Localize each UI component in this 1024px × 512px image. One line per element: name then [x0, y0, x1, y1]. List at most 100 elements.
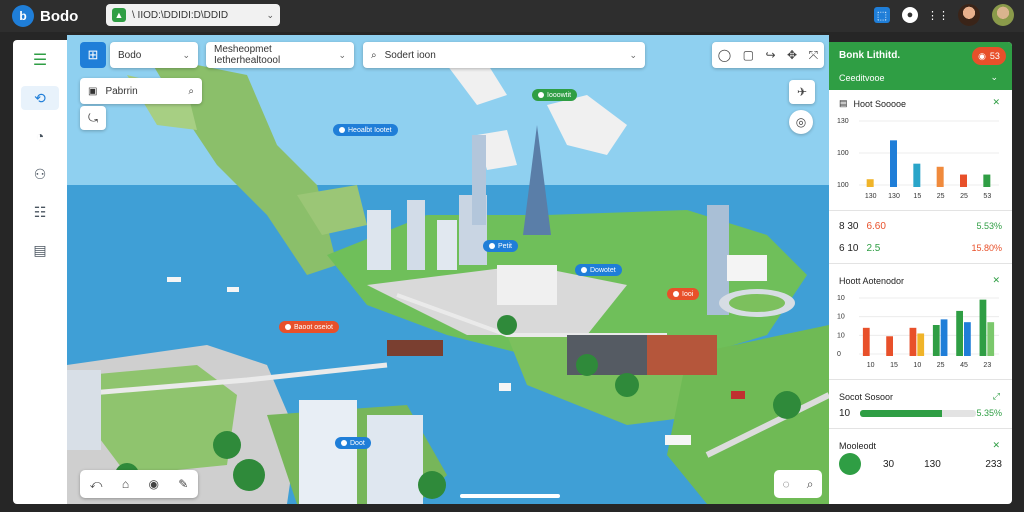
pen-icon[interactable]: ✎	[178, 477, 188, 491]
progress-left: 10	[839, 407, 851, 419]
chart-bar[interactable]	[862, 327, 870, 356]
dataset-dropdown[interactable]: Mesheopmet Ietherhealtoool ⌄	[206, 42, 354, 68]
x-tick-label: 10	[867, 362, 875, 369]
grid-icon[interactable]: ⋮⋮	[927, 7, 949, 23]
chart-bar[interactable]	[940, 319, 948, 356]
pin-icon[interactable]: ⌂	[122, 477, 129, 491]
list-icon[interactable]: ☷	[21, 200, 59, 224]
close-icon[interactable]: ✕	[992, 275, 1000, 286]
comment-icon[interactable]: ▢	[743, 48, 754, 62]
section-header: Socot Sosoor ⤢	[829, 384, 1012, 402]
pin-dot-icon	[339, 127, 345, 133]
chart-bar[interactable]	[890, 140, 897, 187]
progress-fill	[860, 409, 942, 417]
layers-grid-button[interactable]: ⊞	[80, 42, 106, 68]
search-icon[interactable]: ⌕	[188, 86, 194, 97]
chevron-down-icon: ⌄	[266, 9, 274, 20]
summary-value: 30	[883, 458, 895, 470]
map-pin-label: Heoalbt Iootet	[348, 126, 392, 134]
undo-icon[interactable]: ⤺	[90, 477, 103, 492]
chart-bar[interactable]	[960, 174, 967, 187]
pin-dot-icon	[341, 440, 347, 446]
search-icon[interactable]: ⌕	[807, 477, 814, 492]
app-logo[interactable]: b Bodo	[12, 5, 78, 27]
x-tick-label: 130	[888, 193, 900, 200]
region-dropdown-value: Bodo	[118, 49, 142, 61]
report-icon[interactable]: ▤	[21, 238, 59, 262]
map-pin[interactable]: Heoalbt Iootet	[333, 124, 398, 136]
chart-bar[interactable]	[987, 322, 995, 356]
map-pin[interactable]: Petit	[483, 240, 519, 252]
close-icon[interactable]: ✕	[992, 440, 1000, 451]
stat-mid: 2.5	[866, 242, 881, 254]
rotate-button[interactable]: ⤿	[80, 106, 106, 130]
globe-icon[interactable]: ◉	[148, 477, 158, 491]
compass-icon[interactable]: ◎	[789, 110, 813, 134]
drone-icon[interactable]: ⚇	[21, 162, 59, 186]
x-tick-label: 15	[913, 193, 921, 200]
map-pin[interactable]: Dowotet	[575, 264, 622, 276]
chart-bar[interactable]	[956, 310, 963, 356]
chart-bar[interactable]	[932, 325, 940, 356]
section-title: Hoot Sooooe	[853, 98, 907, 109]
map-pin[interactable]: Iooi	[667, 288, 700, 300]
chart-bar[interactable]	[983, 174, 991, 187]
map-pin[interactable]: Iooowtit	[532, 89, 578, 101]
horizontal-scrollbar[interactable]	[460, 494, 560, 498]
stat-percent: 15.80%	[971, 243, 1002, 253]
drone-icon[interactable]: ✈	[789, 80, 815, 104]
chart-bar[interactable]	[979, 299, 987, 356]
stat-row: 6 10 2.5 15.80%	[829, 237, 1012, 259]
menu-icon[interactable]: ☰	[21, 48, 59, 72]
panel-badge[interactable]: ◉ 53	[972, 47, 1006, 65]
search-placeholder: Sodert ioon	[384, 49, 436, 61]
x-tick-label: 15	[890, 362, 898, 369]
chart-bar[interactable]	[866, 179, 874, 187]
search-input[interactable]: ⌕ Sodert ioon ⌄	[363, 42, 645, 68]
region-dropdown[interactable]: Bodo ⌄	[110, 42, 198, 68]
map-thumbnail-icon	[839, 453, 861, 475]
map-pin[interactable]: Doot	[335, 437, 371, 449]
x-tick-label: 25	[960, 193, 968, 200]
pin-dot-icon	[285, 324, 291, 330]
map-pin-label: Doot	[350, 439, 365, 447]
stat-percent: 5.53%	[976, 221, 1002, 231]
map-pin[interactable]: Baoot oseiot	[279, 321, 339, 333]
avatar-user-1[interactable]	[958, 4, 980, 26]
share-icon[interactable]: ↪	[765, 48, 775, 62]
x-tick-label: 130	[865, 193, 877, 200]
map-pin-label: Iooi	[682, 290, 694, 298]
chart-bar[interactable]	[917, 333, 925, 356]
bell-icon[interactable]: ●	[902, 7, 918, 23]
project-selector[interactable]: ▲ \ IIOD:\DDIDI:D\DDID ⌄	[106, 4, 280, 26]
y-tick-label: 10	[837, 314, 845, 321]
chat-icon[interactable]: ◯	[718, 48, 731, 62]
pin-dot-icon	[581, 267, 587, 273]
avatar-user-2[interactable]	[992, 4, 1014, 26]
progress-percent: 5.35%	[976, 408, 1002, 418]
x-tick-label: 23	[983, 362, 991, 369]
fullscreen-icon[interactable]: ⤧	[809, 48, 819, 63]
app-name: Bodo	[40, 7, 79, 25]
locate-icon[interactable]: ◌	[783, 477, 790, 491]
map-pin-icon[interactable]: ⟲	[21, 86, 59, 110]
move-icon[interactable]: ✥	[787, 48, 797, 62]
stat-row: 8 30 6.60 5.53%	[829, 215, 1012, 237]
layer-filter[interactable]: ▣ Pabrrin ⌕	[80, 78, 202, 104]
x-tick-label: 45	[960, 362, 968, 369]
clock-icon[interactable]: ◔	[21, 124, 59, 148]
chevron-down-icon[interactable]: ⌄	[990, 72, 998, 83]
chart-bar[interactable]	[964, 322, 971, 356]
map-viewport[interactable]: Iooowtit Heoalbt Iootet Baoot oseiot Dow…	[67, 35, 829, 504]
panel-badge-value: 53	[989, 51, 1000, 61]
chart-bar[interactable]	[913, 163, 921, 187]
x-tick-label: 25	[937, 193, 945, 200]
y-tick-label: 10	[837, 332, 845, 339]
bar-chart-2: 10 10 10 0 10 15 10 25 45 23	[837, 295, 999, 369]
chart-bar[interactable]	[936, 166, 944, 187]
chart-bar[interactable]	[909, 327, 917, 356]
chart-bar[interactable]	[886, 336, 893, 356]
expand-icon[interactable]: ⤢	[993, 391, 1000, 402]
share-icon[interactable]: ⬚	[874, 7, 890, 23]
close-icon[interactable]: ✕	[992, 97, 1000, 108]
